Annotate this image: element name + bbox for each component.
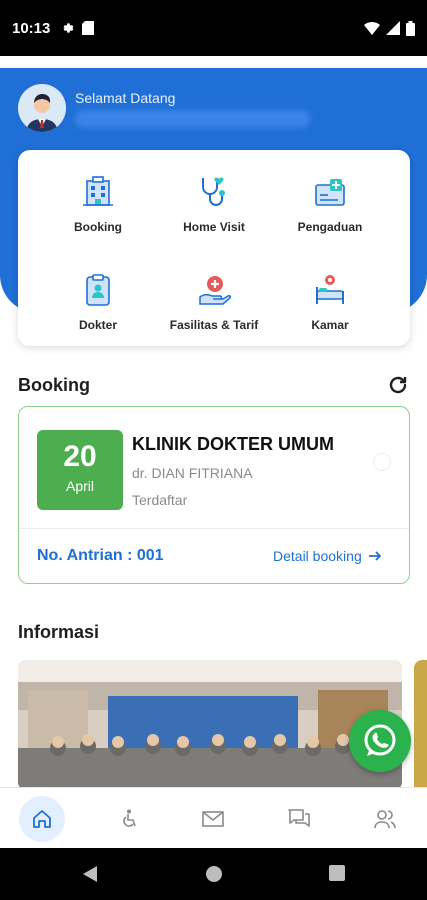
menu-kamar-label: Kamar <box>311 318 349 332</box>
battery-icon <box>406 20 415 36</box>
recents-icon[interactable] <box>329 865 345 881</box>
user-name-redacted <box>75 110 310 128</box>
informasi-section-title: Informasi <box>18 622 100 642</box>
stethoscope-heart-icon <box>202 177 225 206</box>
refresh-icon[interactable] <box>386 373 410 397</box>
home-circle-icon[interactable] <box>205 865 223 883</box>
doctor-name: dr. DIAN FITRIANA <box>132 465 253 481</box>
queue-number: No. Antrian : 001 <box>37 547 164 564</box>
clinic-name: KLINIK DOKTER UMUM <box>132 434 334 454</box>
bottom-nav <box>0 787 427 847</box>
clipboard-doctor-icon <box>86 274 110 306</box>
wifi-icon <box>364 21 380 35</box>
booking-date-badge: 20 April <box>37 430 123 510</box>
nav-chat[interactable] <box>276 796 322 842</box>
settings-gear-icon <box>63 23 74 33</box>
arrow-right-icon <box>368 551 382 561</box>
menu-dokter[interactable]: Dokter <box>33 270 163 350</box>
menu-fasilitas-tarif[interactable]: Fasilitas & Tarif <box>149 270 279 350</box>
status-bar: 10:13 <box>0 0 427 56</box>
medical-report-icon <box>315 179 345 206</box>
booking-section-title: Booking <box>18 375 90 395</box>
doctor-avatar-icon <box>18 84 66 132</box>
nav-accessibility[interactable] <box>106 796 152 842</box>
group-photo-image <box>18 660 402 790</box>
menu-pengaduan[interactable]: Pengaduan <box>265 172 395 252</box>
nav-mail[interactable] <box>190 796 236 842</box>
mail-icon <box>202 811 224 827</box>
chat-icon <box>288 809 310 827</box>
menu-kamar[interactable]: Kamar <box>265 270 395 350</box>
home-icon <box>33 810 51 828</box>
booking-card[interactable]: 20 April KLINIK DOKTER UMUM dr. DIAN FIT… <box>18 406 410 584</box>
info-banner-next[interactable] <box>414 660 427 790</box>
booking-month: April <box>65 478 94 494</box>
back-icon[interactable] <box>82 865 98 883</box>
hospital-bed-icon <box>316 275 344 304</box>
whatsapp-icon <box>364 724 396 756</box>
menu-home-visit[interactable]: Home Visit <box>149 172 279 252</box>
status-time: 10:13 <box>12 19 51 37</box>
cell-signal-icon <box>386 21 400 35</box>
card-divider <box>19 528 409 529</box>
detail-booking-label: Detail booking <box>273 548 362 564</box>
system-nav-bar <box>0 848 427 900</box>
users-icon <box>374 810 396 829</box>
booking-select-radio[interactable] <box>373 453 391 471</box>
hospital-building-icon <box>83 176 113 206</box>
greeting-text: Selamat Datang <box>75 90 176 106</box>
menu-booking-label: Booking <box>74 220 122 234</box>
info-banner-photo[interactable] <box>18 660 402 790</box>
booking-status: Terdaftar <box>132 492 188 508</box>
nav-profile[interactable] <box>362 796 408 842</box>
hand-medical-icon <box>199 276 231 305</box>
menu-card: Booking Home Visit Pengaduan Dokter Fasi… <box>18 150 410 346</box>
wheelchair-icon <box>123 809 136 827</box>
menu-pengaduan-label: Pengaduan <box>297 220 363 234</box>
menu-home-visit-label: Home Visit <box>183 220 245 234</box>
booking-day: 20 <box>63 440 97 473</box>
sd-card-icon <box>82 21 95 35</box>
nav-home[interactable] <box>19 796 65 842</box>
menu-fasilitas-tarif-label: Fasilitas & Tarif <box>169 318 259 332</box>
menu-booking[interactable]: Booking <box>33 172 163 252</box>
detail-booking-link[interactable]: Detail booking <box>273 548 382 564</box>
menu-dokter-label: Dokter <box>78 318 117 332</box>
whatsapp-button[interactable] <box>349 710 411 772</box>
avatar[interactable] <box>18 84 66 132</box>
